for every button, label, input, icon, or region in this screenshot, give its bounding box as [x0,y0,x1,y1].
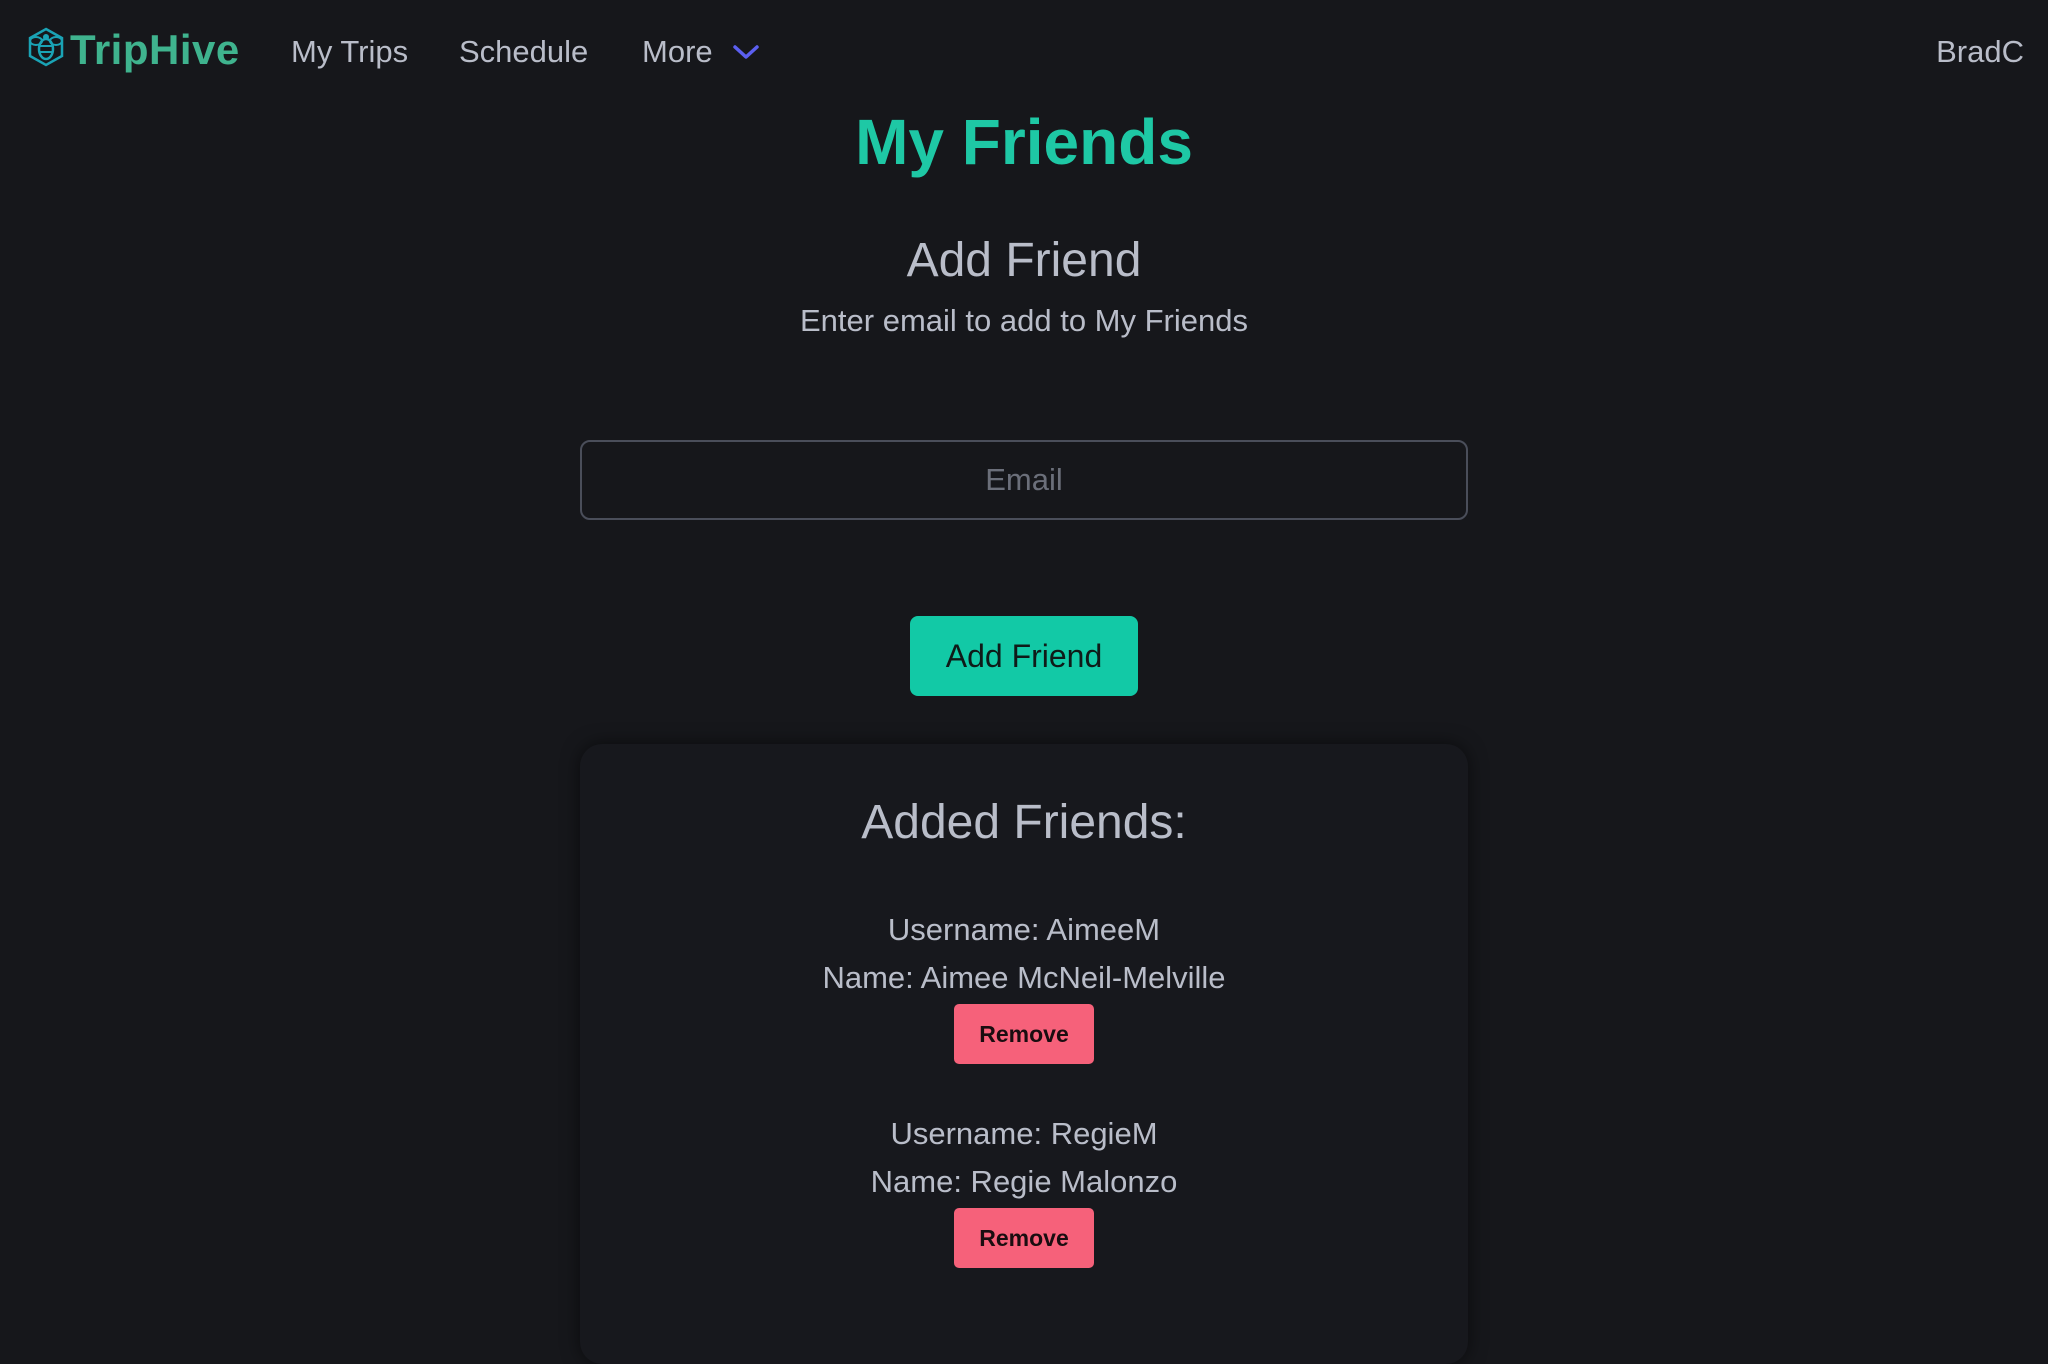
remove-friend-button[interactable]: Remove [954,1208,1094,1268]
friend-list-item: Username: AimeeM Name: Aimee McNeil-Melv… [580,906,1468,1064]
added-friends-heading: Added Friends: [861,796,1187,849]
remove-friend-button[interactable]: Remove [954,1004,1094,1064]
friend-list-item: Username: RegieM Name: Regie Malonzo Rem… [580,1110,1468,1268]
friend-username: Username: AimeeM [887,912,1161,947]
nav-more-dropdown[interactable]: More [642,30,761,74]
user-menu[interactable]: BradC [1936,30,2024,74]
nav-more-label: More [642,34,713,69]
friend-username: Username: RegieM [890,1116,1158,1151]
friend-name: Name: Regie Malonzo [870,1164,1178,1199]
bee-logo-icon [28,27,64,67]
page-title: My Friends [855,106,1193,178]
top-navbar: TripHive My Trips Schedule More BradC [0,0,2048,104]
chevron-down-icon [732,45,759,59]
brand-name: TripHive [70,26,240,73]
email-input[interactable] [580,440,1468,520]
brand-logo-link[interactable]: TripHive [24,22,240,78]
nav-my-trips[interactable]: My Trips [291,30,408,74]
added-friends-card: Added Friends: Username: AimeeM Name: Ai… [580,744,1468,1364]
nav-schedule[interactable]: Schedule [459,30,588,74]
add-friend-heading: Add Friend [906,234,1142,287]
friend-name: Name: Aimee McNeil-Melville [822,960,1226,995]
add-friend-button[interactable]: Add Friend [910,616,1138,696]
add-friend-subtitle: Enter email to add to My Friends [800,303,1248,338]
